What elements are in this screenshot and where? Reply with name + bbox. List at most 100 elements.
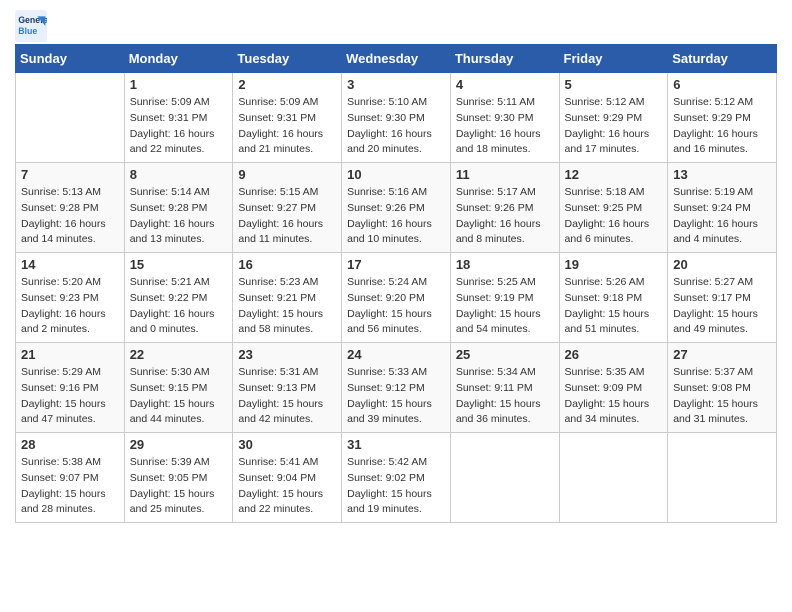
header-friday: Friday bbox=[559, 45, 668, 73]
calendar-cell: 6 Sunrise: 5:12 AMSunset: 9:29 PMDaylight… bbox=[668, 73, 777, 163]
day-info: Sunrise: 5:21 AMSunset: 9:22 PMDaylight:… bbox=[130, 275, 228, 338]
calendar-cell: 2 Sunrise: 5:09 AMSunset: 9:31 PMDaylight… bbox=[233, 73, 342, 163]
calendar-week-5: 28Sunrise: 5:38 AMSunset: 9:07 PMDayligh… bbox=[16, 433, 777, 523]
day-number: 15 bbox=[130, 257, 228, 272]
day-number: 23 bbox=[238, 347, 336, 362]
calendar-week-1: 1 Sunrise: 5:09 AMSunset: 9:31 PMDaylight… bbox=[16, 73, 777, 163]
day-info: Sunrise: 5:20 AMSunset: 9:23 PMDaylight:… bbox=[21, 275, 119, 338]
calendar-header-row: SundayMondayTuesdayWednesdayThursdayFrid… bbox=[16, 45, 777, 73]
day-info: Sunrise: 5:39 AMSunset: 9:05 PMDaylight:… bbox=[130, 455, 228, 518]
day-number: 3 bbox=[347, 77, 445, 92]
day-number: 17 bbox=[347, 257, 445, 272]
calendar-cell: 10 Sunrise: 5:16 AMSunset: 9:26 PMDayligh… bbox=[342, 163, 451, 253]
calendar-cell: 11 Sunrise: 5:17 AMSunset: 9:26 PMDayligh… bbox=[450, 163, 559, 253]
day-info: Sunrise: 5:17 AMSunset: 9:26 PMDaylight:… bbox=[456, 185, 554, 248]
day-number: 5 bbox=[565, 77, 663, 92]
calendar-cell: 25 Sunrise: 5:34 AMSunset: 9:11 PMDayligh… bbox=[450, 343, 559, 433]
calendar-week-4: 21 Sunrise: 5:29 AMSunset: 9:16 PMDayligh… bbox=[16, 343, 777, 433]
calendar-cell: 15 Sunrise: 5:21 AMSunset: 9:22 PMDayligh… bbox=[124, 253, 233, 343]
day-number: 14 bbox=[21, 257, 119, 272]
calendar-cell: 21 Sunrise: 5:29 AMSunset: 9:16 PMDayligh… bbox=[16, 343, 125, 433]
day-info: Sunrise: 5:19 AMSunset: 9:24 PMDaylight:… bbox=[673, 185, 771, 248]
day-number: 25 bbox=[456, 347, 554, 362]
calendar-cell: 26 Sunrise: 5:35 AMSunset: 9:09 PMDayligh… bbox=[559, 343, 668, 433]
calendar-cell bbox=[668, 433, 777, 523]
calendar-cell: 14 Sunrise: 5:20 AMSunset: 9:23 PMDayligh… bbox=[16, 253, 125, 343]
day-number: 10 bbox=[347, 167, 445, 182]
calendar-cell: 5 Sunrise: 5:12 AMSunset: 9:29 PMDaylight… bbox=[559, 73, 668, 163]
calendar-cell bbox=[450, 433, 559, 523]
day-number: 4 bbox=[456, 77, 554, 92]
calendar-cell: 17 Sunrise: 5:24 AMSunset: 9:20 PMDayligh… bbox=[342, 253, 451, 343]
day-number: 13 bbox=[673, 167, 771, 182]
calendar-cell: 18 Sunrise: 5:25 AMSunset: 9:19 PMDayligh… bbox=[450, 253, 559, 343]
calendar-cell bbox=[16, 73, 125, 163]
day-info: Sunrise: 5:24 AMSunset: 9:20 PMDaylight:… bbox=[347, 275, 445, 338]
header-tuesday: Tuesday bbox=[233, 45, 342, 73]
day-info: Sunrise: 5:09 AMSunset: 9:31 PMDaylight:… bbox=[130, 95, 228, 158]
header-monday: Monday bbox=[124, 45, 233, 73]
day-number: 26 bbox=[565, 347, 663, 362]
day-info: Sunrise: 5:25 AMSunset: 9:19 PMDaylight:… bbox=[456, 275, 554, 338]
day-number: 1 bbox=[130, 77, 228, 92]
header-wednesday: Wednesday bbox=[342, 45, 451, 73]
calendar-cell: 29 Sunrise: 5:39 AMSunset: 9:05 PMDayligh… bbox=[124, 433, 233, 523]
calendar-cell: 27Sunrise: 5:37 AMSunset: 9:08 PMDayligh… bbox=[668, 343, 777, 433]
day-number: 20 bbox=[673, 257, 771, 272]
calendar-cell: 7Sunrise: 5:13 AMSunset: 9:28 PMDaylight… bbox=[16, 163, 125, 253]
day-number: 18 bbox=[456, 257, 554, 272]
day-info: Sunrise: 5:35 AMSunset: 9:09 PMDaylight:… bbox=[565, 365, 663, 428]
day-info: Sunrise: 5:23 AMSunset: 9:21 PMDaylight:… bbox=[238, 275, 336, 338]
calendar-cell: 3Sunrise: 5:10 AMSunset: 9:30 PMDaylight… bbox=[342, 73, 451, 163]
day-info: Sunrise: 5:33 AMSunset: 9:12 PMDaylight:… bbox=[347, 365, 445, 428]
day-number: 21 bbox=[21, 347, 119, 362]
day-info: Sunrise: 5:13 AMSunset: 9:28 PMDaylight:… bbox=[21, 185, 119, 248]
logo: General Blue bbox=[15, 10, 51, 42]
calendar-cell: 23 Sunrise: 5:31 AMSunset: 9:13 PMDayligh… bbox=[233, 343, 342, 433]
page-header: General Blue bbox=[15, 10, 777, 42]
day-number: 16 bbox=[238, 257, 336, 272]
day-number: 2 bbox=[238, 77, 336, 92]
day-info: Sunrise: 5:12 AMSunset: 9:29 PMDaylight:… bbox=[565, 95, 663, 158]
day-info: Sunrise: 5:26 AMSunset: 9:18 PMDaylight:… bbox=[565, 275, 663, 338]
day-info: Sunrise: 5:31 AMSunset: 9:13 PMDaylight:… bbox=[238, 365, 336, 428]
day-info: Sunrise: 5:15 AMSunset: 9:27 PMDaylight:… bbox=[238, 185, 336, 248]
day-number: 12 bbox=[565, 167, 663, 182]
calendar-cell: 20 Sunrise: 5:27 AMSunset: 9:17 PMDayligh… bbox=[668, 253, 777, 343]
day-info: Sunrise: 5:34 AMSunset: 9:11 PMDaylight:… bbox=[456, 365, 554, 428]
calendar-cell: 9 Sunrise: 5:15 AMSunset: 9:27 PMDaylight… bbox=[233, 163, 342, 253]
calendar-cell: 28Sunrise: 5:38 AMSunset: 9:07 PMDayligh… bbox=[16, 433, 125, 523]
calendar-cell: 1 Sunrise: 5:09 AMSunset: 9:31 PMDaylight… bbox=[124, 73, 233, 163]
day-info: Sunrise: 5:37 AMSunset: 9:08 PMDaylight:… bbox=[673, 365, 771, 428]
calendar-week-3: 14 Sunrise: 5:20 AMSunset: 9:23 PMDayligh… bbox=[16, 253, 777, 343]
day-info: Sunrise: 5:14 AMSunset: 9:28 PMDaylight:… bbox=[130, 185, 228, 248]
calendar-cell: 22Sunrise: 5:30 AMSunset: 9:15 PMDayligh… bbox=[124, 343, 233, 433]
day-info: Sunrise: 5:16 AMSunset: 9:26 PMDaylight:… bbox=[347, 185, 445, 248]
calendar-cell: 13 Sunrise: 5:19 AMSunset: 9:24 PMDayligh… bbox=[668, 163, 777, 253]
calendar-cell: 24 Sunrise: 5:33 AMSunset: 9:12 PMDayligh… bbox=[342, 343, 451, 433]
calendar-cell: 12 Sunrise: 5:18 AMSunset: 9:25 PMDayligh… bbox=[559, 163, 668, 253]
calendar-cell: 30 Sunrise: 5:41 AMSunset: 9:04 PMDayligh… bbox=[233, 433, 342, 523]
calendar-cell: 31Sunrise: 5:42 AMSunset: 9:02 PMDayligh… bbox=[342, 433, 451, 523]
calendar-table: SundayMondayTuesdayWednesdayThursdayFrid… bbox=[15, 44, 777, 523]
day-info: Sunrise: 5:27 AMSunset: 9:17 PMDaylight:… bbox=[673, 275, 771, 338]
day-number: 29 bbox=[130, 437, 228, 452]
day-info: Sunrise: 5:09 AMSunset: 9:31 PMDaylight:… bbox=[238, 95, 336, 158]
logo-icon: General Blue bbox=[15, 10, 47, 42]
header-sunday: Sunday bbox=[16, 45, 125, 73]
day-number: 28 bbox=[21, 437, 119, 452]
day-info: Sunrise: 5:29 AMSunset: 9:16 PMDaylight:… bbox=[21, 365, 119, 428]
day-info: Sunrise: 5:41 AMSunset: 9:04 PMDaylight:… bbox=[238, 455, 336, 518]
day-number: 19 bbox=[565, 257, 663, 272]
day-info: Sunrise: 5:11 AMSunset: 9:30 PMDaylight:… bbox=[456, 95, 554, 158]
day-number: 9 bbox=[238, 167, 336, 182]
day-info: Sunrise: 5:12 AMSunset: 9:29 PMDaylight:… bbox=[673, 95, 771, 158]
day-number: 24 bbox=[347, 347, 445, 362]
day-info: Sunrise: 5:18 AMSunset: 9:25 PMDaylight:… bbox=[565, 185, 663, 248]
calendar-week-2: 7Sunrise: 5:13 AMSunset: 9:28 PMDaylight… bbox=[16, 163, 777, 253]
day-number: 6 bbox=[673, 77, 771, 92]
svg-text:Blue: Blue bbox=[18, 26, 37, 36]
day-number: 30 bbox=[238, 437, 336, 452]
day-number: 11 bbox=[456, 167, 554, 182]
calendar-cell: 16 Sunrise: 5:23 AMSunset: 9:21 PMDayligh… bbox=[233, 253, 342, 343]
